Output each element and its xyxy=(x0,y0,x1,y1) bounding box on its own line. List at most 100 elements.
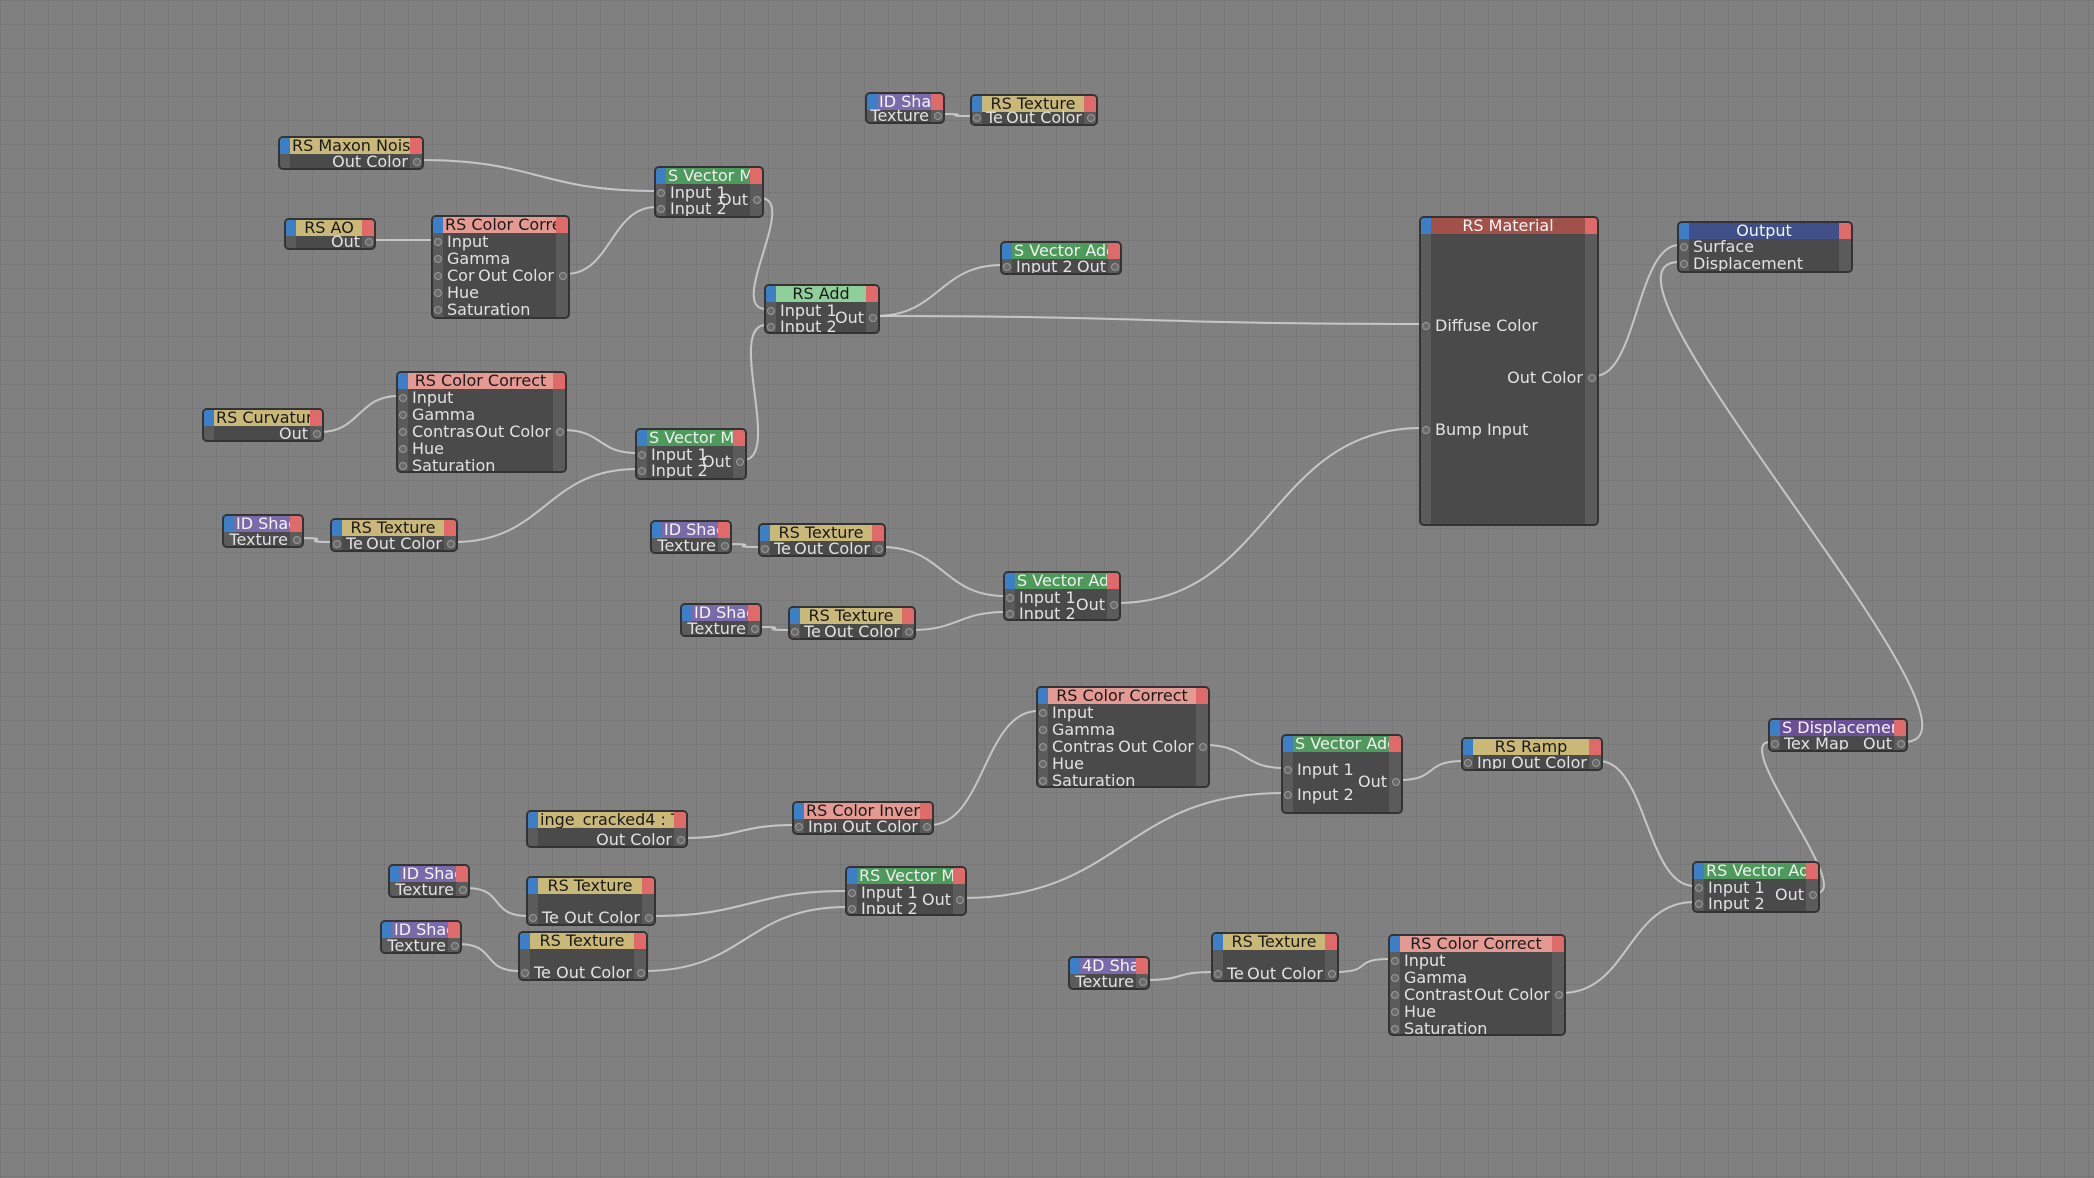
input-port-dot[interactable] xyxy=(1006,610,1014,618)
input-port-dot[interactable] xyxy=(1391,974,1399,982)
node-collapse-handle[interactable] xyxy=(204,410,214,426)
input-port-dot[interactable] xyxy=(399,445,407,453)
input-port-dot[interactable] xyxy=(791,628,799,636)
wire-cracked-to-invert[interactable] xyxy=(683,824,795,839)
output-port-dot[interactable] xyxy=(447,540,455,548)
node-collapse-handle[interactable] xyxy=(790,608,800,624)
output-port-dot[interactable] xyxy=(313,430,321,438)
node-collapse-handle[interactable] xyxy=(528,878,538,894)
node-title[interactable]: RS Color Correct xyxy=(398,373,565,389)
output-port-dot[interactable] xyxy=(451,942,459,950)
input-port-dot[interactable] xyxy=(1391,991,1399,999)
input-port-dot[interactable] xyxy=(795,823,803,831)
wire-vadd-right-to-ramp[interactable] xyxy=(1398,760,1464,781)
input-port-dot[interactable] xyxy=(333,540,341,548)
node-title[interactable]: RS Color Correct xyxy=(1038,688,1208,704)
output-port-dot[interactable] xyxy=(1110,601,1118,609)
output-port-dot[interactable] xyxy=(721,542,729,550)
input-port-dot[interactable] xyxy=(399,428,407,436)
node-close-handle[interactable] xyxy=(410,138,422,154)
node-collapse-handle[interactable] xyxy=(760,525,770,541)
output-port-dot[interactable] xyxy=(751,625,759,633)
output-port-dot[interactable] xyxy=(1897,740,1905,748)
output-port-dot[interactable] xyxy=(956,896,964,904)
output-port-dot[interactable] xyxy=(645,914,653,922)
wire-displacement-to-output[interactable] xyxy=(1660,261,1923,743)
node-close-handle[interactable] xyxy=(456,866,468,882)
wire-vmul3-to-vadd-right[interactable] xyxy=(962,792,1284,899)
input-port-dot[interactable] xyxy=(1039,726,1047,734)
output-port-dot[interactable] xyxy=(559,272,567,280)
input-port-dot[interactable] xyxy=(399,394,407,402)
wire-ramp-to-vadd-br[interactable] xyxy=(1598,760,1695,887)
node-collapse-handle[interactable] xyxy=(280,138,290,154)
node-close-handle[interactable] xyxy=(1136,958,1148,974)
node-collapse-handle[interactable] xyxy=(766,286,776,302)
node-close-handle[interactable] xyxy=(1108,243,1120,259)
node-close-handle[interactable] xyxy=(1389,736,1401,752)
node-title[interactable]: S Vector Add xyxy=(1283,736,1401,752)
node-tex-c[interactable]: RS Texture Te Out Color xyxy=(788,606,916,640)
node-close-handle[interactable] xyxy=(1585,218,1597,234)
node-collapse-handle[interactable] xyxy=(332,520,342,536)
node-close-handle[interactable] xyxy=(553,373,565,389)
input-port-dot[interactable] xyxy=(1391,957,1399,965)
node-tex-e[interactable]: RS Texture Te Out Color xyxy=(518,931,648,981)
output-port-dot[interactable] xyxy=(459,886,467,894)
input-port-dot[interactable] xyxy=(657,189,665,197)
node-close-handle[interactable] xyxy=(1325,934,1337,950)
node-tex-f[interactable]: RS Texture Te Out Color xyxy=(1211,932,1339,982)
node-tex-d[interactable]: RS Texture Te Out Color xyxy=(526,876,656,926)
node-close-handle[interactable] xyxy=(448,922,460,938)
input-port-dot[interactable] xyxy=(1039,777,1047,785)
node-vadd-mid[interactable]: S Vector Ad Input 1 Input 2 Out xyxy=(1003,571,1121,621)
node-close-handle[interactable] xyxy=(674,812,686,828)
node-collapse-handle[interactable] xyxy=(528,812,538,828)
output-port-dot[interactable] xyxy=(753,196,761,204)
input-port-dot[interactable] xyxy=(434,238,442,246)
node-tex-top[interactable]: RS Texture Te Out Color xyxy=(970,94,1098,126)
node-cc3[interactable]: RS Color Correct Input Gamma Contras Hue Satu… xyxy=(1036,686,1210,788)
wire-tex-d-to-vmul3[interactable] xyxy=(651,890,848,917)
node-collapse-handle[interactable] xyxy=(1002,243,1012,259)
node-collapse-handle[interactable] xyxy=(847,868,857,884)
node-collapse-handle[interactable] xyxy=(398,373,408,389)
node-collapse-handle[interactable] xyxy=(520,933,530,949)
output-port-dot[interactable] xyxy=(365,238,373,246)
wire-cc1-to-vmul1[interactable] xyxy=(565,206,657,275)
output-port-dot[interactable] xyxy=(1328,970,1336,978)
output-port-dot[interactable] xyxy=(736,458,744,466)
node-vadd-br[interactable]: RS Vector Add Input 1 Input 2 Out xyxy=(1692,861,1820,913)
output-port-dot[interactable] xyxy=(1588,374,1596,382)
node-collapse-handle[interactable] xyxy=(1694,863,1704,879)
wire-id-shad-f-to-tex-f[interactable] xyxy=(1145,971,1214,981)
input-port-dot[interactable] xyxy=(1680,260,1688,268)
input-port-dot[interactable] xyxy=(761,545,769,553)
input-port-dot[interactable] xyxy=(399,462,407,470)
node-title[interactable]: S Vector Mu xyxy=(656,168,762,184)
input-port-dot[interactable] xyxy=(848,905,856,913)
wire-id-shad-a-to-tex-a[interactable] xyxy=(299,537,333,543)
input-port-dot[interactable] xyxy=(1284,766,1292,774)
node-displacement[interactable]: S Displacement Tex Map Out xyxy=(1768,718,1908,752)
node-id-shad-e[interactable]: ID Shad Texture xyxy=(380,920,462,954)
node-curvature[interactable]: RS Curvature Out xyxy=(202,408,324,442)
input-port-dot[interactable] xyxy=(434,255,442,263)
output-port-dot[interactable] xyxy=(1139,978,1147,986)
node-close-handle[interactable] xyxy=(1839,223,1851,239)
input-port-dot[interactable] xyxy=(399,411,407,419)
node-close-handle[interactable] xyxy=(634,933,646,949)
node-id-shad-b[interactable]: ID Shad Texture xyxy=(650,520,732,554)
output-port-dot[interactable] xyxy=(1392,778,1400,786)
node-close-handle[interactable] xyxy=(290,516,302,532)
output-port-dot[interactable] xyxy=(875,545,883,553)
node-title[interactable]: inge_cracked4 : Te xyxy=(528,812,686,828)
node-close-handle[interactable] xyxy=(866,286,878,302)
node-close-handle[interactable] xyxy=(1084,96,1096,112)
input-port-dot[interactable] xyxy=(767,323,775,331)
node-close-handle[interactable] xyxy=(310,410,322,426)
input-port-dot[interactable] xyxy=(434,272,442,280)
node-output[interactable]: Output Surface Displacement xyxy=(1677,221,1853,273)
input-port-dot[interactable] xyxy=(848,889,856,897)
input-port-dot[interactable] xyxy=(434,306,442,314)
